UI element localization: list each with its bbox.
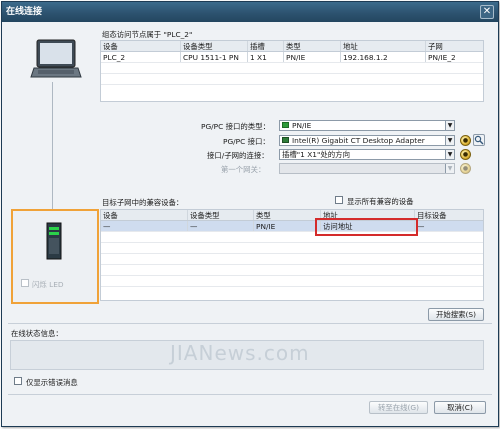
search-icon[interactable] bbox=[473, 134, 485, 146]
subnet-connection-label: 接口/子网的连接： bbox=[207, 151, 269, 160]
cell: 1 X1 bbox=[248, 52, 284, 62]
subnet-connection-select[interactable]: 插槽"1 X1"处的方向 ▼ bbox=[279, 149, 455, 160]
interface-properties-icon[interactable]: ● bbox=[460, 135, 471, 146]
watermark: JIANews.com bbox=[170, 341, 310, 365]
flash-led-checkbox bbox=[21, 279, 29, 287]
cell: — bbox=[417, 222, 425, 231]
empty-row bbox=[101, 265, 483, 276]
empty-row bbox=[101, 74, 483, 85]
col-slot: 插槽 bbox=[248, 41, 284, 51]
col-device: 设备 bbox=[101, 41, 181, 51]
cell: PN/IE bbox=[254, 221, 321, 231]
col-target-device: 目标设备 bbox=[417, 211, 447, 220]
divider bbox=[8, 323, 492, 324]
pg-pc-icon bbox=[30, 39, 82, 78]
col-device-type: 设备类型 bbox=[188, 210, 254, 220]
connection-line bbox=[52, 82, 53, 210]
pgpc-interface-value: Intel(R) Gigabit CT Desktop Adapter bbox=[292, 136, 425, 145]
address-highlight-frame bbox=[315, 218, 418, 236]
flash-led-label: 闪烁 LED bbox=[32, 280, 64, 289]
pgpc-interface-label: PG/PC 接口： bbox=[223, 137, 270, 146]
col-type: 类型 bbox=[284, 41, 341, 51]
gateway-properties-icon: ● bbox=[460, 163, 471, 174]
online-status-caption: 在线状态信息： bbox=[11, 329, 63, 338]
pnie-icon bbox=[282, 122, 289, 128]
gateway-select: ▼ bbox=[279, 163, 455, 174]
divider bbox=[8, 394, 492, 395]
errors-only-label: 仅显示错误消息 bbox=[26, 378, 78, 387]
col-type: 类型 bbox=[254, 210, 321, 220]
col-address: 地址 bbox=[341, 41, 426, 51]
target-device-frame: 闪烁 LED bbox=[11, 209, 99, 304]
cell: PN/IE bbox=[284, 52, 341, 62]
chevron-down-icon: ▼ bbox=[445, 164, 454, 173]
subnet-connection-value: 插槽"1 X1"处的方向 bbox=[282, 150, 350, 159]
empty-row bbox=[101, 254, 483, 265]
show-all-devices-checkbox[interactable] bbox=[335, 196, 343, 204]
chevron-down-icon[interactable]: ▼ bbox=[445, 136, 454, 145]
errors-only-checkbox[interactable] bbox=[14, 377, 22, 385]
col-device-type: 设备类型 bbox=[181, 41, 248, 51]
cell: PLC_2 bbox=[101, 52, 181, 62]
show-all-devices-label: 显示所有兼容的设备 bbox=[347, 197, 414, 206]
table-header: 设备 设备类型 插槽 类型 地址 子网 bbox=[101, 41, 483, 52]
chevron-down-icon[interactable]: ▼ bbox=[445, 150, 454, 159]
cell: PN/IE_2 bbox=[428, 53, 456, 62]
gateway-label: 第一个网关： bbox=[221, 165, 266, 174]
online-connection-dialog: 在线连接 ✕ 组态访问节点属于 "PLC_2" 设备 设备类型 插槽 类型 地址… bbox=[1, 1, 499, 427]
pgpc-type-select[interactable]: PN/IE ▼ bbox=[279, 120, 455, 131]
target-subnet-caption: 目标子网中的兼容设备： bbox=[102, 198, 184, 207]
table-header: 设备 设备类型 类型 地址 目标设备 bbox=[101, 210, 483, 221]
empty-row bbox=[101, 243, 483, 254]
table-row[interactable]: — — PN/IE 访问地址 — bbox=[101, 221, 483, 232]
network-card-icon bbox=[282, 137, 289, 143]
cancel-button[interactable]: 取消(C) bbox=[434, 401, 486, 414]
empty-row bbox=[101, 232, 483, 243]
chevron-down-icon[interactable]: ▼ bbox=[445, 121, 454, 130]
col-subnet: 子网 bbox=[428, 42, 443, 51]
connection-properties-icon[interactable]: ● bbox=[460, 149, 471, 160]
cell: CPU 1511-1 PN bbox=[181, 52, 248, 62]
cell: 192.168.1.2 bbox=[341, 52, 426, 62]
target-devices-table: 设备 设备类型 类型 地址 目标设备 — — PN/IE 访问地址 — bbox=[100, 209, 484, 301]
cell: — bbox=[188, 221, 254, 231]
table-row[interactable]: PLC_2 CPU 1511-1 PN 1 X1 PN/IE 192.168.1… bbox=[101, 52, 483, 63]
pgpc-type-label: PG/PC 接口的类型： bbox=[201, 122, 270, 131]
col-device: 设备 bbox=[101, 210, 188, 220]
pgpc-interface-select[interactable]: Intel(R) Gigabit CT Desktop Adapter ▼ bbox=[279, 135, 455, 146]
configured-node-table: 设备 设备类型 插槽 类型 地址 子网 PLC_2 CPU 1511-1 PN … bbox=[100, 40, 484, 102]
window-title: 在线连接 bbox=[6, 7, 43, 17]
plc-device-icon bbox=[46, 222, 62, 260]
title-bar: 在线连接 ✕ bbox=[2, 2, 498, 22]
configured-node-caption: 组态访问节点属于 "PLC_2" bbox=[102, 30, 193, 39]
empty-row bbox=[101, 276, 483, 287]
cell: — bbox=[101, 221, 188, 231]
start-search-button[interactable]: 开始搜索(S) bbox=[428, 308, 484, 321]
empty-row bbox=[101, 63, 483, 74]
close-icon[interactable]: ✕ bbox=[480, 5, 494, 19]
go-online-button: 转至在线(G) bbox=[369, 401, 428, 414]
